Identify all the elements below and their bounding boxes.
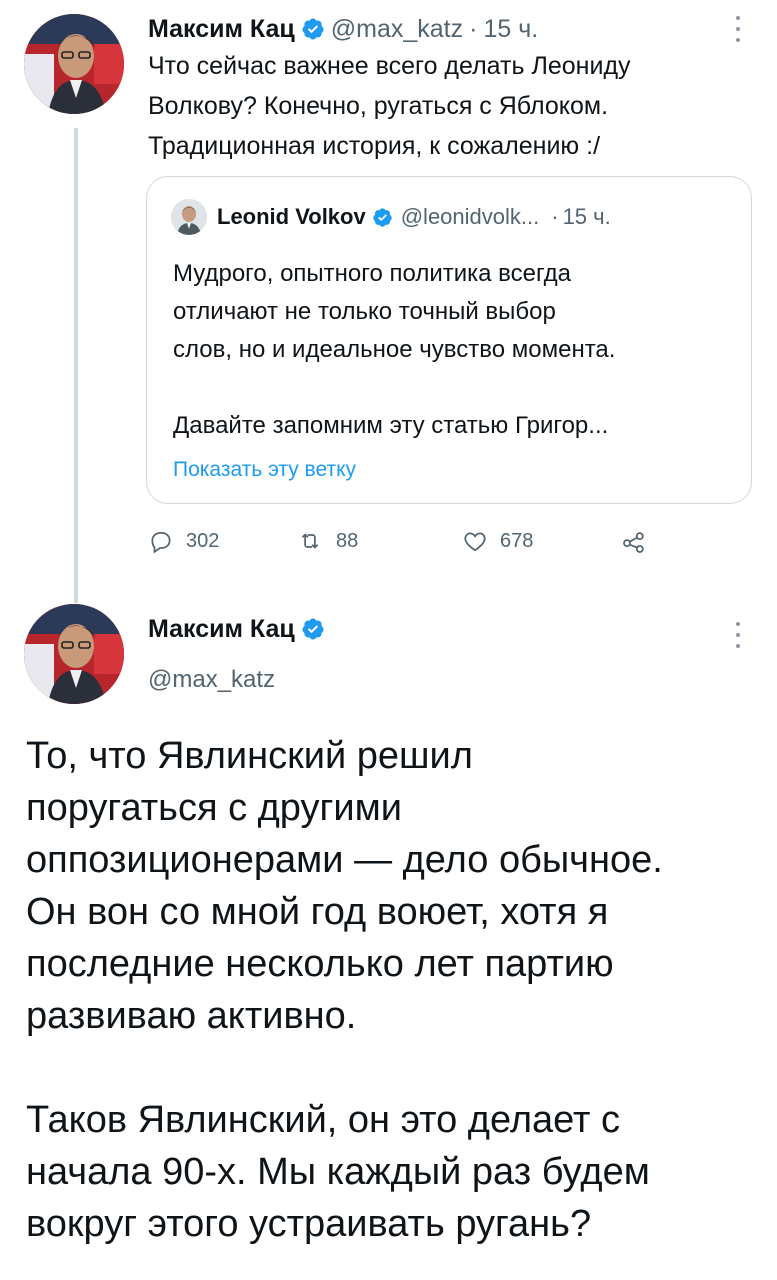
tweet-text: То, что Явлинский решил поругаться с дру… <box>26 735 663 1245</box>
reply-icon <box>151 532 171 554</box>
quoted-author-handle[interactable]: @leonidvolk... <box>401 202 540 232</box>
author-name[interactable]: Максим Кац <box>148 612 295 646</box>
verified-badge-icon <box>373 207 392 227</box>
tweet-actions-bar: 302 88 678 <box>148 528 668 562</box>
quoted-tweet-header: Leonid Volkov @leonidvolk... · 15 ч. <box>171 199 611 235</box>
verified-badge-icon <box>302 18 324 40</box>
tweet-time[interactable]: 15 ч. <box>483 12 538 46</box>
more-options-icon[interactable] <box>735 16 741 42</box>
reply-button[interactable]: 302 <box>148 528 219 554</box>
separator-dot: · <box>551 204 559 229</box>
author-avatar[interactable] <box>24 14 124 114</box>
quoted-tweet-time[interactable]: 15 ч. <box>563 202 611 232</box>
like-button[interactable]: 678 <box>462 528 533 554</box>
like-icon <box>464 532 486 552</box>
quoted-author-avatar <box>171 199 207 235</box>
retweet-button[interactable]: 88 <box>296 528 358 554</box>
author-name[interactable]: Максим Кац <box>148 12 295 46</box>
author-handle[interactable]: @max_katz <box>331 12 463 46</box>
share-button[interactable] <box>620 528 660 556</box>
reply-count: 302 <box>186 529 220 552</box>
retweet-icon <box>301 533 319 549</box>
retweet-count: 88 <box>336 529 359 552</box>
tweet-header: Максим Кац <box>148 612 331 646</box>
quoted-tweet[interactable]: Leonid Volkov @leonidvolk... · 15 ч. Муд… <box>146 176 752 504</box>
share-icon <box>623 532 644 553</box>
more-options-icon[interactable] <box>735 622 741 648</box>
quoted-tweet-text: Мудрого, опытного политика всегда отлича… <box>173 260 616 439</box>
separator-dot: · <box>469 15 478 43</box>
author-avatar[interactable] <box>24 604 124 704</box>
show-thread-link[interactable]: Показать эту ветку <box>173 455 356 485</box>
quoted-author-name[interactable]: Leonid Volkov <box>217 202 366 232</box>
like-count: 678 <box>500 529 534 552</box>
tweet-header: Максим Кац @max_katz · 15 ч. <box>148 12 538 46</box>
tweet-text: Что сейчас важнее всего делать Леониду В… <box>148 52 631 160</box>
thread-connector-line <box>74 128 78 603</box>
author-handle[interactable]: @max_katz <box>148 664 275 696</box>
verified-badge-icon <box>302 618 324 640</box>
